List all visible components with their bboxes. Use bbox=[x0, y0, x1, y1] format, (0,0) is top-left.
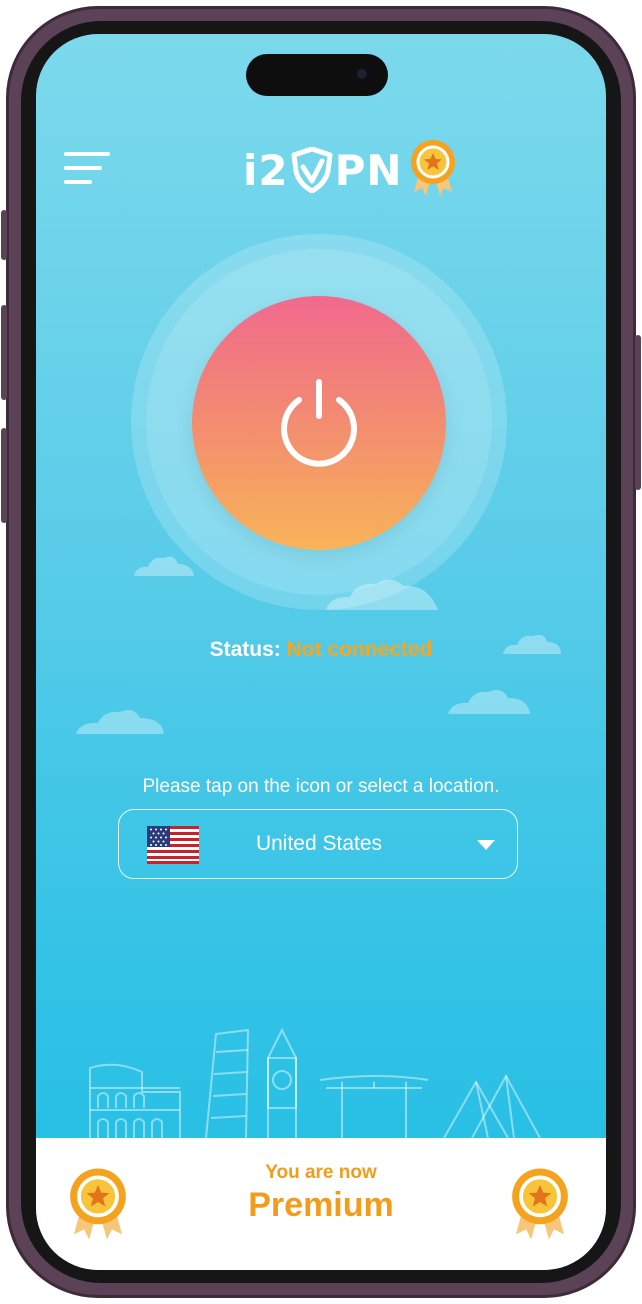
connection-status: Status: Not connected bbox=[36, 638, 606, 662]
app-screen: i2 PN Status: Not connected Please tap o… bbox=[36, 34, 606, 1270]
app-logo: i2 PN bbox=[243, 144, 403, 196]
side-button-volume-up bbox=[1, 305, 7, 400]
logo-text-left: i2 bbox=[243, 145, 289, 195]
shield-v-icon bbox=[291, 147, 333, 193]
location-hint: Please tap on the icon or select a locat… bbox=[142, 776, 500, 797]
hamburger-menu-icon[interactable] bbox=[64, 148, 112, 188]
power-icon bbox=[281, 379, 357, 467]
award-medal-icon[interactable] bbox=[408, 138, 458, 198]
side-button-power bbox=[635, 335, 641, 490]
dynamic-island bbox=[246, 54, 388, 96]
cloud-decoration bbox=[326, 579, 438, 610]
cloud-decoration bbox=[76, 710, 164, 734]
cloud-decoration bbox=[134, 556, 194, 576]
side-button-volume-down bbox=[1, 428, 7, 523]
status-label: Status: bbox=[209, 638, 281, 661]
cloud-decoration bbox=[448, 690, 530, 714]
selected-location: United States bbox=[255, 832, 383, 855]
award-medal-icon bbox=[512, 1168, 568, 1240]
connect-power-button[interactable] bbox=[192, 296, 446, 550]
landmarks-skyline-illustration bbox=[89, 1027, 541, 1138]
logo-text-right: PN bbox=[334, 145, 403, 195]
premium-banner[interactable]: You are now Premium bbox=[36, 1138, 606, 1270]
caret-down-icon bbox=[477, 840, 495, 850]
award-medal-icon bbox=[70, 1168, 126, 1240]
location-dropdown[interactable]: United States bbox=[118, 809, 518, 879]
side-button-action bbox=[1, 210, 7, 260]
front-camera bbox=[354, 66, 370, 82]
status-value: Not connected bbox=[286, 638, 433, 661]
